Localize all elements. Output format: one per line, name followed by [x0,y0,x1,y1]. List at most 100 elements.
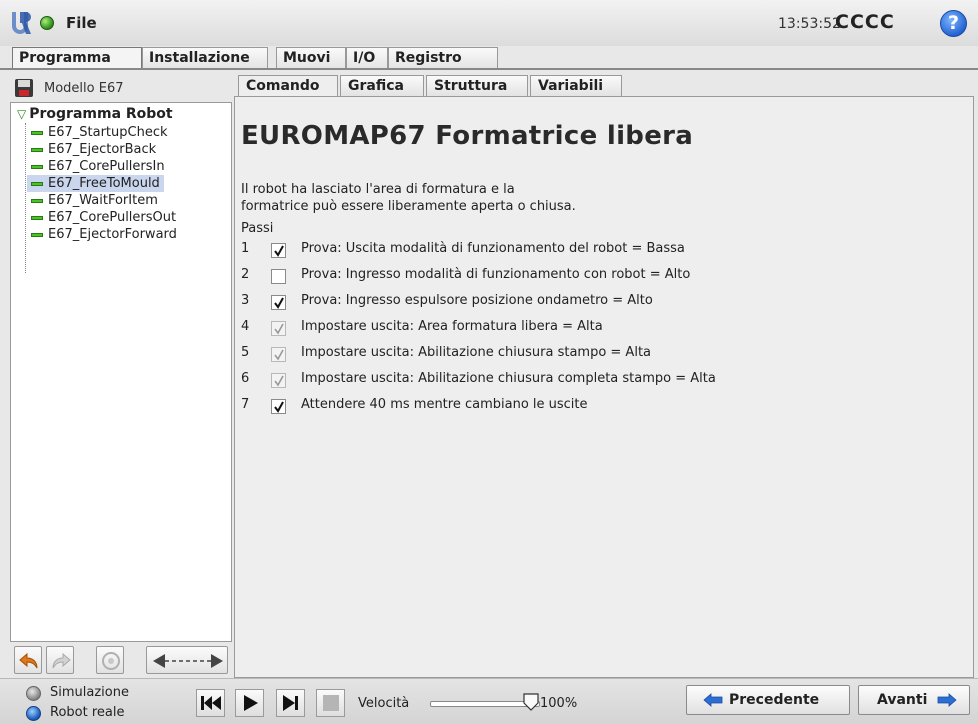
speed-value: 100% [540,696,578,711]
step-forward-icon [283,695,298,711]
step-text: Prova: Ingresso modalità di funzionament… [301,267,691,282]
robot-status-icon [40,16,54,30]
tab-io[interactable]: I/O [346,47,388,69]
tree-item[interactable]: E67_EjectorForward [27,226,181,243]
command-node-icon [31,130,43,135]
checkmark-icon [274,323,284,335]
program-tree: ▽ Programma Robot E67_StartupCheck E67_Ej… [10,102,232,642]
command-node-icon [31,147,43,152]
command-panel: EUROMAP67 Formatrice libera Il robot ha … [234,96,974,678]
tab-programma[interactable]: Programma [12,47,142,69]
robot-name: CCCC [835,11,895,33]
step-button[interactable] [276,689,305,717]
rewind-button[interactable] [196,689,225,717]
step-checkbox[interactable] [271,295,286,310]
tab-grafica[interactable]: Grafica [340,75,424,96]
step-text: Prova: Uscita modalità di funzionamento … [301,241,685,256]
step-number: 3 [241,293,250,308]
tree-item[interactable]: E67_StartupCheck [27,124,172,141]
step-text: Attendere 40 ms mentre cambiano le uscit… [301,397,588,412]
left-right-arrow-icon [153,654,223,668]
step-checkbox[interactable] [271,243,286,258]
speed-label: Velocità [358,696,410,711]
step-number: 4 [241,319,250,334]
tree-item-selected[interactable]: E67_FreeToMould [27,175,164,192]
tab-comando[interactable]: Comando [238,75,338,96]
step-row: 5 Impostare uscita: Abilitazione chiusur… [241,343,941,365]
description: Il robot ha lasciato l'area di formatura… [241,181,941,215]
step-checkbox[interactable] [271,269,286,284]
step-row: 6 Impostare uscita: Abilitazione chiusur… [241,369,941,391]
circle-icon [102,652,120,670]
move-node-button[interactable] [146,646,228,674]
file-menu[interactable]: File [66,14,97,32]
description-line: formatrice può essere liberamente aperta… [241,199,576,214]
tree-root[interactable]: ▽ Programma Robot [17,106,173,122]
skip-back-icon [201,696,221,710]
command-node-icon [31,198,43,203]
step-row: 1 Prova: Uscita modalità di funzionament… [241,239,941,261]
stop-icon [323,695,339,711]
tab-muovi[interactable]: Muovi [276,47,346,69]
tree-item[interactable]: E67_CorePullersOut [27,209,180,226]
help-button[interactable]: ? [940,10,967,37]
step-checkbox-disabled [271,321,286,336]
tree-connector [25,123,26,273]
checkmark-icon [274,245,284,257]
save-icon[interactable] [14,78,34,98]
stop-button[interactable] [316,689,345,717]
step-checkbox[interactable] [271,399,286,414]
tree-item[interactable]: E67_CorePullersIn [27,158,169,175]
step-text: Impostare uscita: Abilitazione chiusura … [301,371,716,386]
delete-node-button[interactable] [96,646,124,674]
redo-arrow-icon [52,652,71,669]
step-number: 6 [241,371,250,386]
tab-installazione[interactable]: Installazione [142,47,268,69]
step-checkbox-disabled [271,347,286,362]
step-number: 5 [241,345,250,360]
checkmark-icon [274,297,284,309]
step-number: 7 [241,397,250,412]
speed-slider-thumb[interactable] [523,693,539,711]
command-node-icon [31,164,43,169]
play-button[interactable] [235,689,264,717]
tab-struttura[interactable]: Struttura [426,75,528,96]
previous-label: Precedente [729,692,820,708]
previous-button[interactable]: Precedente [686,685,850,715]
simulation-label: Simulazione [50,685,129,700]
play-icon [244,695,258,711]
tree-toolbar [10,646,232,678]
model-row[interactable]: Modello E67 [10,74,232,102]
step-checkbox-disabled [271,373,286,388]
program-sidebar: Modello E67 ▽ Programma Robot E67_Startup… [10,74,232,678]
universal-robots-logo [12,12,31,34]
radio-off-icon [26,686,41,701]
description-line: Il robot ha lasciato l'area di formatura… [241,182,515,197]
step-row: 7 Attendere 40 ms mentre cambiano le usc… [241,395,941,417]
command-node-icon [31,181,43,186]
command-node-icon [31,232,43,237]
arrow-left-icon [703,693,723,707]
tab-variabili[interactable]: Variabili [530,75,622,96]
radio-on-icon [26,706,41,721]
clock: 13:53:52 [778,16,841,32]
redo-button[interactable] [46,646,74,674]
tab-registro[interactable]: Registro [388,47,498,69]
page-title: EUROMAP67 Formatrice libera [241,121,694,151]
next-button[interactable]: Avanti [858,685,970,715]
bottom-bar: Simulazione Robot reale Velocità 100% Pr… [0,678,978,724]
checkmark-icon [274,349,284,361]
arrow-right-icon [937,693,957,707]
tree-item[interactable]: E67_EjectorBack [27,141,160,158]
main-tabs: Programma Installazione Muovi I/O Regist… [0,47,978,69]
undo-button[interactable] [14,646,42,674]
expand-triangle-icon[interactable]: ▽ [17,107,26,121]
step-text: Impostare uscita: Area formatura libera … [301,319,603,334]
command-node-icon [31,215,43,220]
undo-arrow-icon [19,652,38,669]
step-row: 4 Impostare uscita: Area formatura liber… [241,317,941,339]
title-bar: File 13:53:52 CCCC ? [0,0,978,46]
tree-item[interactable]: E67_WaitForItem [27,192,162,209]
model-label: Modello E67 [44,81,124,96]
step-text: Impostare uscita: Abilitazione chiusura … [301,345,652,360]
